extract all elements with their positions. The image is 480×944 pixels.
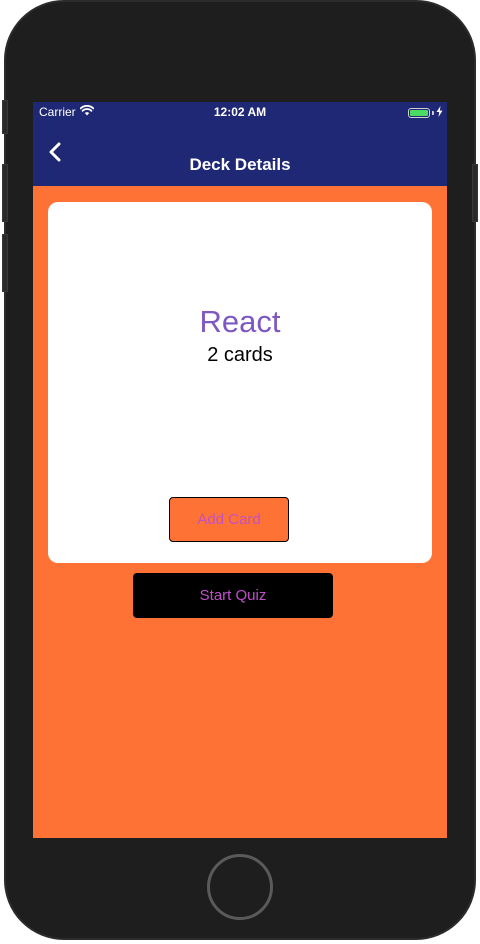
navigation-bar: Deck Details	[33, 122, 447, 186]
deck-title: React	[199, 304, 281, 339]
volume-up-button	[2, 164, 8, 222]
start-quiz-button[interactable]: Start Quiz	[133, 573, 333, 618]
battery-fill	[410, 110, 428, 116]
page-title: Deck Details	[189, 155, 291, 174]
status-bar: Carrier 12:02 AM	[33, 102, 447, 122]
add-card-button[interactable]: Add Card	[169, 497, 289, 542]
deck-card-count: 2 cards	[207, 344, 273, 366]
volume-down-button	[2, 234, 8, 292]
charging-bolt-icon	[436, 106, 443, 120]
app-screen: Carrier 12:02 AM Deck Details React 2 ca…	[33, 102, 447, 838]
deck-card: React 2 cards Add Card	[48, 202, 432, 563]
battery-icon	[408, 108, 430, 118]
battery-tip	[432, 111, 434, 115]
power-button	[472, 164, 478, 222]
home-button[interactable]	[207, 854, 273, 920]
battery-indicator	[408, 106, 443, 120]
mute-switch	[2, 100, 8, 134]
status-time: 12:02 AM	[213, 105, 267, 119]
